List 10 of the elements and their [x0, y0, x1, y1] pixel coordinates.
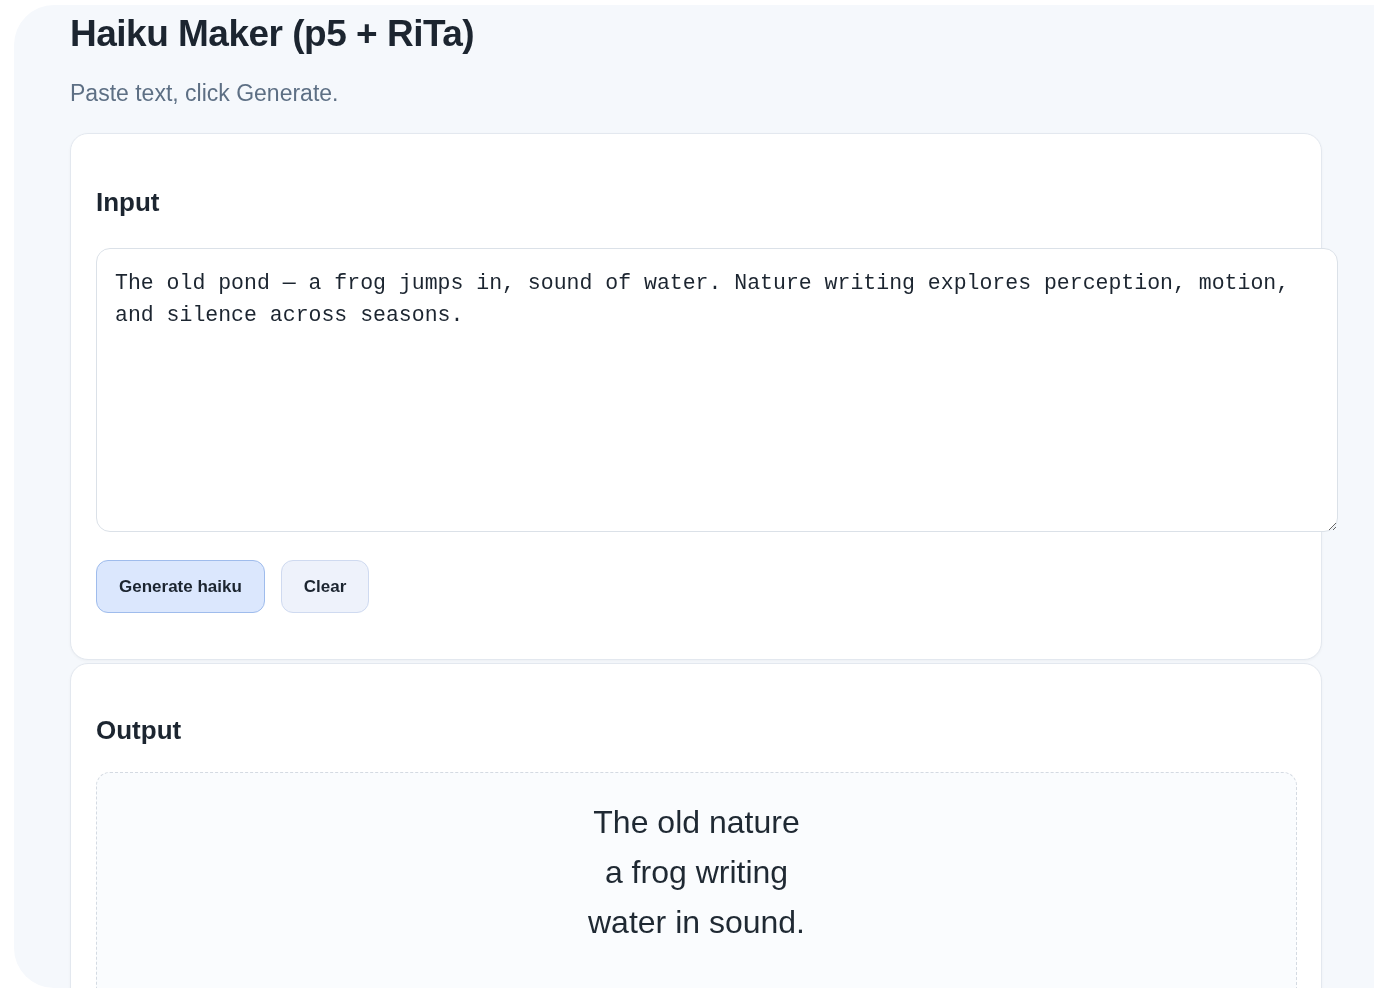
action-button[interactable]: Clear [280, 560, 370, 613]
section-heading: Input [96, 186, 161, 218]
section-heading: Output [96, 714, 183, 746]
page-subtitle: Paste text, click Generate. [70, 79, 340, 107]
haiku-line: water in sound. [587, 903, 806, 942]
action-button[interactable]: Generate haiku [96, 560, 265, 613]
haiku-line: a frog writing [603, 853, 790, 892]
haiku-line: The old nature [592, 803, 801, 842]
text-input-field[interactable]: The old pond — a frog jumps in, sound of water. Nature writing explores perception, motion, and silence across seasons. [96, 248, 1338, 532]
page-title: Haiku Maker (p5 + RiTa) [70, 13, 476, 55]
